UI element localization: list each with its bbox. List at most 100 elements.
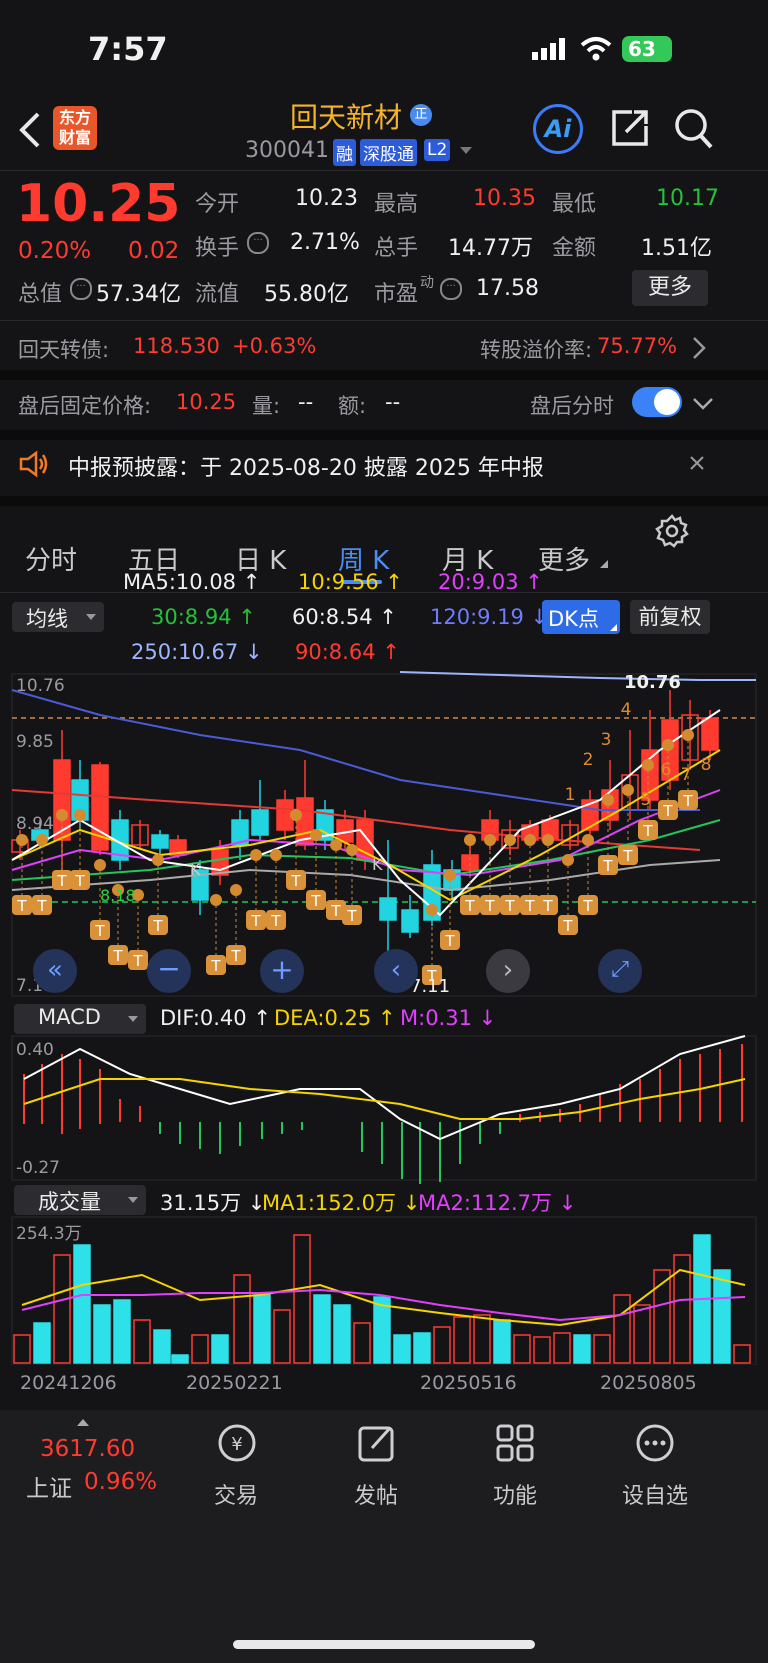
caret-icon <box>600 560 608 568</box>
fullscreen-button[interactable]: ⤢ <box>598 949 642 993</box>
dk-marker-t: T <box>622 847 633 865</box>
stock-code: 300041 <box>245 138 329 163</box>
dk-marker-dot <box>346 844 358 856</box>
dk-marker-dot <box>444 869 456 881</box>
volume-bar <box>593 1334 611 1364</box>
back-icon[interactable] <box>18 110 42 154</box>
volume-bar <box>133 1319 151 1364</box>
dk-marker-dot <box>152 854 164 866</box>
tab-more[interactable]: 更多 <box>538 540 590 577</box>
nav-functions[interactable]: 功能 <box>455 1478 575 1510</box>
kchart-y-top: 10.76 <box>16 676 65 696</box>
ai-button[interactable]: Ai <box>533 104 583 154</box>
nav-post[interactable]: 发帖 <box>316 1478 436 1510</box>
share-icon[interactable] <box>610 108 650 152</box>
more-button[interactable]: 更多 <box>632 270 708 306</box>
next-button[interactable]: › <box>486 949 530 993</box>
mktcap-value: 57.34亿 <box>96 282 181 307</box>
ma120-value: 120:9.19 ↓ <box>430 605 549 629</box>
volume-bar <box>113 1299 131 1364</box>
close-icon[interactable] <box>689 455 705 475</box>
dk-marker-dot <box>210 894 222 906</box>
scroll-left-button[interactable]: « <box>33 949 77 993</box>
tag-margin: 融 <box>333 139 356 166</box>
wifi-icon <box>580 36 612 66</box>
premium-label: 转股溢价率: <box>480 338 593 362</box>
volume-bar <box>713 1269 731 1364</box>
turnover-label: 换手 <box>195 236 240 261</box>
volume-bar <box>313 1294 331 1364</box>
prev-button[interactable]: ‹ <box>374 949 418 993</box>
volume-bar <box>191 1334 209 1364</box>
premium-value: 75.77% <box>597 334 678 358</box>
volume-bar <box>73 1244 91 1364</box>
ma5-value: MA5:10.08 ↑ <box>123 570 261 594</box>
dk-marker-dot <box>582 834 594 846</box>
after-hours-label: 盘后固定价格: <box>18 394 152 418</box>
volume-bar <box>233 1274 251 1364</box>
amount-value: 1.51亿 <box>641 236 712 261</box>
dk-marker-t: T <box>152 917 163 935</box>
kline-chart[interactable]: T TT TTT TTTTT TTTT TTTT T T T TTTTTTTT123456 7 8K K… <box>0 670 768 1000</box>
volume-bar <box>253 1294 271 1364</box>
chevron-down-icon[interactable] <box>692 396 714 415</box>
macd-selector[interactable]: MACD <box>14 1004 146 1034</box>
restore-rights-button[interactable]: 前复权 <box>630 600 710 634</box>
dk-marker-t: T <box>250 912 261 930</box>
zoom-out-button[interactable]: − <box>147 949 191 993</box>
volume-bar <box>13 1334 31 1364</box>
info-icon[interactable]: ··· <box>247 232 269 254</box>
dk-marker-dot <box>464 834 476 846</box>
volume-bar <box>513 1334 531 1364</box>
indicator-selector[interactable]: 均线 <box>12 602 104 632</box>
zoom-in-button[interactable]: + <box>260 949 304 993</box>
dk-marker-dot <box>270 849 282 861</box>
volume-chart[interactable] <box>0 1215 768 1365</box>
nav-trade[interactable]: 交易 <box>176 1478 296 1510</box>
search-icon[interactable] <box>674 108 714 154</box>
dea-line <box>23 1078 746 1120</box>
volume-bar <box>393 1334 411 1364</box>
volume-bar <box>493 1319 511 1364</box>
date-label-1: 20241206 <box>20 1372 117 1394</box>
ma250-line <box>399 671 756 681</box>
bond-price: 118.530 <box>133 334 220 358</box>
bond-name[interactable]: 回天转债: <box>18 334 109 364</box>
volume-bar <box>33 1322 51 1364</box>
macd-chart[interactable] <box>0 1034 768 1184</box>
candle-body <box>379 897 397 921</box>
after-hours-price: 10.25 <box>176 390 237 414</box>
wave-marker: 3 <box>601 730 612 750</box>
last-price: 10.25 <box>16 174 181 234</box>
chevron-down-icon[interactable] <box>460 147 472 154</box>
notice-text[interactable]: 中报预披露：于 2025-08-20 披露 2025 年中报 <box>68 450 544 482</box>
dk-marker-t: T <box>542 897 553 915</box>
dk-marker-t: T <box>464 897 475 915</box>
dk-marker-t: T <box>602 857 613 875</box>
info-icon[interactable]: ··· <box>440 278 462 300</box>
app-logo[interactable]: 东方 财富 <box>53 106 97 150</box>
float-label: 流值 <box>195 282 240 307</box>
index-value[interactable]: 3617.60 <box>40 1436 135 1462</box>
dk-marker-dot <box>74 809 86 821</box>
pe-label: 市盈 <box>374 282 419 307</box>
volume-selector[interactable]: 成交量 <box>14 1185 146 1215</box>
chevron-right-icon[interactable] <box>692 336 706 364</box>
nav-add-watchlist[interactable]: 设自选 <box>595 1478 715 1510</box>
change-amount: 0.02 <box>128 238 180 264</box>
after-hours-toggle[interactable] <box>632 387 682 417</box>
tab-timeshare[interactable]: 分时 <box>25 540 77 577</box>
dk-point-button[interactable]: DK点 <box>542 600 620 634</box>
info-icon[interactable]: ··· <box>70 278 92 300</box>
ma60-value: 60:8.54 ↑ <box>292 605 397 629</box>
gear-icon[interactable] <box>655 514 689 552</box>
dk-marker-dot <box>642 759 654 771</box>
tag-connect: 深股通 <box>360 139 417 166</box>
macd-y-bottom: -0.27 <box>16 1158 60 1178</box>
dk-marker-t: T <box>290 872 301 890</box>
dk-marker-t: T <box>642 822 653 840</box>
ma20-value: 20:9.03 ↑ <box>438 570 543 594</box>
battery-level: 63 <box>628 37 656 61</box>
expand-up-icon[interactable] <box>77 1419 89 1426</box>
dk-marker-t: T <box>444 932 455 950</box>
